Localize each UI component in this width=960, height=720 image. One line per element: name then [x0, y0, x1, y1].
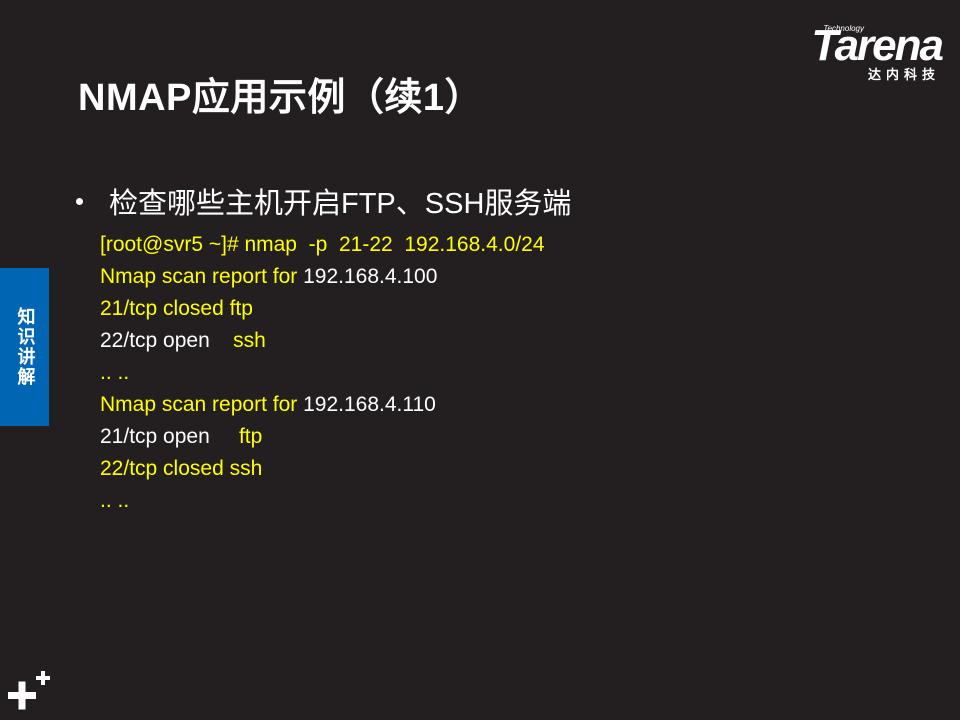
- code-segment: 21/tcp: [100, 425, 164, 448]
- bullet-item: 检查哪些主机开启FTP、SSH服务端: [76, 180, 571, 222]
- bullet-dot-icon: [76, 197, 83, 205]
- code-segment: 22/tcp closed ssh: [100, 457, 263, 480]
- code-segment: ssh: [209, 329, 266, 352]
- side-tab-label: 知识讲解: [14, 307, 36, 387]
- code-segment: 22/tcp: [100, 329, 164, 352]
- code-segment: .. ..: [100, 361, 130, 384]
- code-line: .. ..: [100, 357, 545, 389]
- plus-icon: [8, 671, 50, 710]
- code-segment: 21/tcp closed ftp: [100, 297, 253, 320]
- code-line: 22/tcp open ssh: [100, 325, 545, 357]
- code-line: 21/tcp closed ftp: [100, 293, 545, 325]
- slide-title: NMAP应用示例（续1）: [78, 77, 484, 119]
- code-line: 22/tcp closed ssh: [100, 453, 545, 485]
- tarena-logo: Technology Tarena 达内科技: [772, 20, 944, 84]
- code-segment: [root@svr5 ~]# nmap -p 21-22 192.168.4.0…: [100, 233, 545, 256]
- code-segment: 192.168.4.110: [303, 393, 436, 416]
- logo-wordmark: Tarena: [811, 21, 944, 70]
- code-line: Nmap scan report for 192.168.4.100: [100, 261, 545, 293]
- code-segment: .. ..: [100, 489, 130, 512]
- code-block: [root@svr5 ~]# nmap -p 21-22 192.168.4.0…: [100, 229, 545, 517]
- code-segment: Nmap scan report for: [100, 265, 304, 288]
- code-line: [root@svr5 ~]# nmap -p 21-22 192.168.4.0…: [100, 229, 545, 261]
- side-tab: 知识讲解: [0, 268, 49, 426]
- slide: NMAP应用示例（续1） Technology Tarena 达内科技 检查哪些…: [0, 0, 960, 720]
- logo-subtitle: 达内科技: [867, 68, 940, 83]
- code-line: Nmap scan report for 192.168.4.110: [100, 389, 545, 421]
- code-line: 21/tcp open ftp: [100, 421, 545, 453]
- code-segment: 192.168.4.100: [303, 265, 438, 288]
- code-segment: open: [163, 329, 210, 352]
- code-segment: ftp: [209, 425, 263, 448]
- code-line: .. ..: [100, 485, 545, 517]
- bullet-text: 检查哪些主机开启FTP、SSH服务端: [109, 188, 572, 220]
- code-segment: Nmap scan report for: [100, 393, 304, 416]
- code-segment: open: [163, 425, 210, 448]
